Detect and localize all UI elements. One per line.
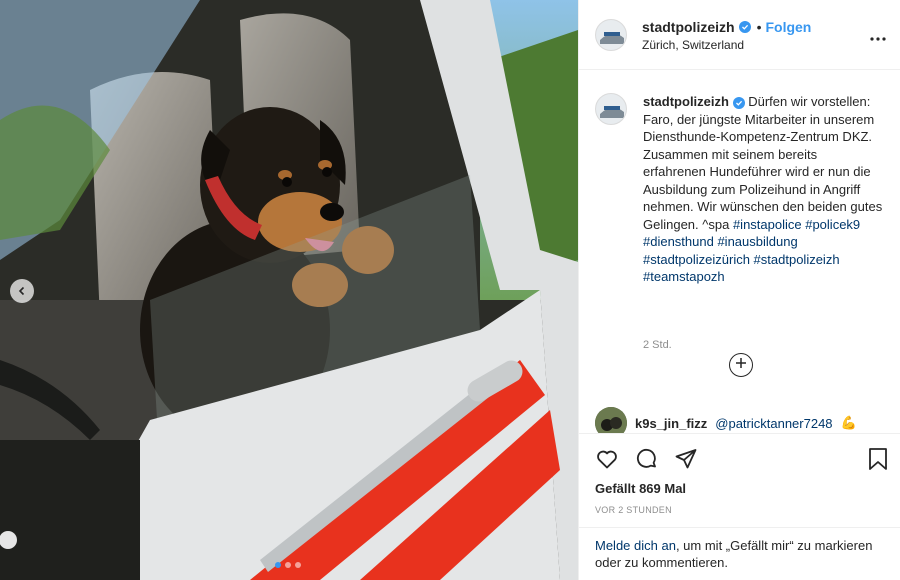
- follow-button[interactable]: Folgen: [765, 19, 811, 35]
- photo-illustration: [0, 0, 578, 580]
- caption-body: Dürfen wir vorstellen: Faro, der jüngste…: [643, 94, 883, 232]
- header-user: stadtpolizeizh • Folgen: [642, 19, 811, 35]
- like-button[interactable]: [595, 447, 619, 476]
- comment-bubble-icon: [635, 448, 659, 475]
- comment-item: k9s_jin_fizz @patricktanner7248 💪: [595, 407, 857, 433]
- caption-timestamp: 2 Std.: [643, 339, 672, 351]
- plus-circle-icon: [735, 356, 747, 374]
- action-bar: Gefällt 869 Mal VOR 2 STUNDEN: [579, 433, 900, 527]
- post-timestamp: VOR 2 STUNDEN: [595, 505, 672, 515]
- comments-section: stadtpolizeizh Dürfen wir vorstellen: Fa…: [579, 71, 900, 433]
- post-sidebar: stadtpolizeizh • Folgen Zürich, Switzerl…: [578, 0, 900, 580]
- chevron-left-icon: [17, 286, 27, 296]
- comment-button[interactable]: [635, 447, 659, 476]
- caption-text: stadtpolizeizh Dürfen wir vorstellen: Fa…: [643, 93, 883, 286]
- separator-dot: •: [756, 19, 762, 35]
- share-button[interactable]: [674, 447, 698, 476]
- comment-mention[interactable]: @patricktanner7248: [715, 416, 832, 431]
- carousel-prev-button[interactable]: [10, 279, 34, 303]
- carousel-dot: [285, 562, 291, 568]
- avatar[interactable]: [595, 407, 627, 433]
- verified-badge-icon: [738, 21, 751, 33]
- comment-username[interactable]: k9s_jin_fizz: [635, 416, 707, 431]
- post-photo: [0, 0, 578, 580]
- avatar[interactable]: [595, 93, 627, 125]
- bookmark-icon: [867, 448, 889, 475]
- heart-icon: [595, 450, 619, 475]
- location-link[interactable]: Zürich, Switzerland: [642, 38, 744, 52]
- avatar[interactable]: [595, 19, 627, 51]
- more-options-button[interactable]: [870, 25, 886, 46]
- post-header: stadtpolizeizh • Folgen Zürich, Switzerl…: [579, 0, 900, 70]
- login-prompt: Melde dich an, um mit „Gefällt mir“ zu m…: [579, 527, 900, 580]
- verified-badge-icon: [732, 97, 745, 109]
- likes-count[interactable]: Gefällt 869 Mal: [595, 481, 686, 496]
- login-link[interactable]: Melde dich an: [595, 538, 676, 553]
- carousel-dots: [275, 562, 301, 568]
- carousel-dot: [295, 562, 301, 568]
- save-button[interactable]: [867, 447, 889, 476]
- caption-username[interactable]: stadtpolizeizh: [643, 94, 729, 109]
- load-more-comments-button[interactable]: [729, 353, 753, 377]
- username-link[interactable]: stadtpolizeizh: [642, 19, 735, 35]
- comment-emoji: 💪: [840, 415, 857, 430]
- more-dots-icon: [870, 25, 886, 45]
- paper-plane-icon: [674, 449, 698, 475]
- carousel-dot: [275, 562, 281, 568]
